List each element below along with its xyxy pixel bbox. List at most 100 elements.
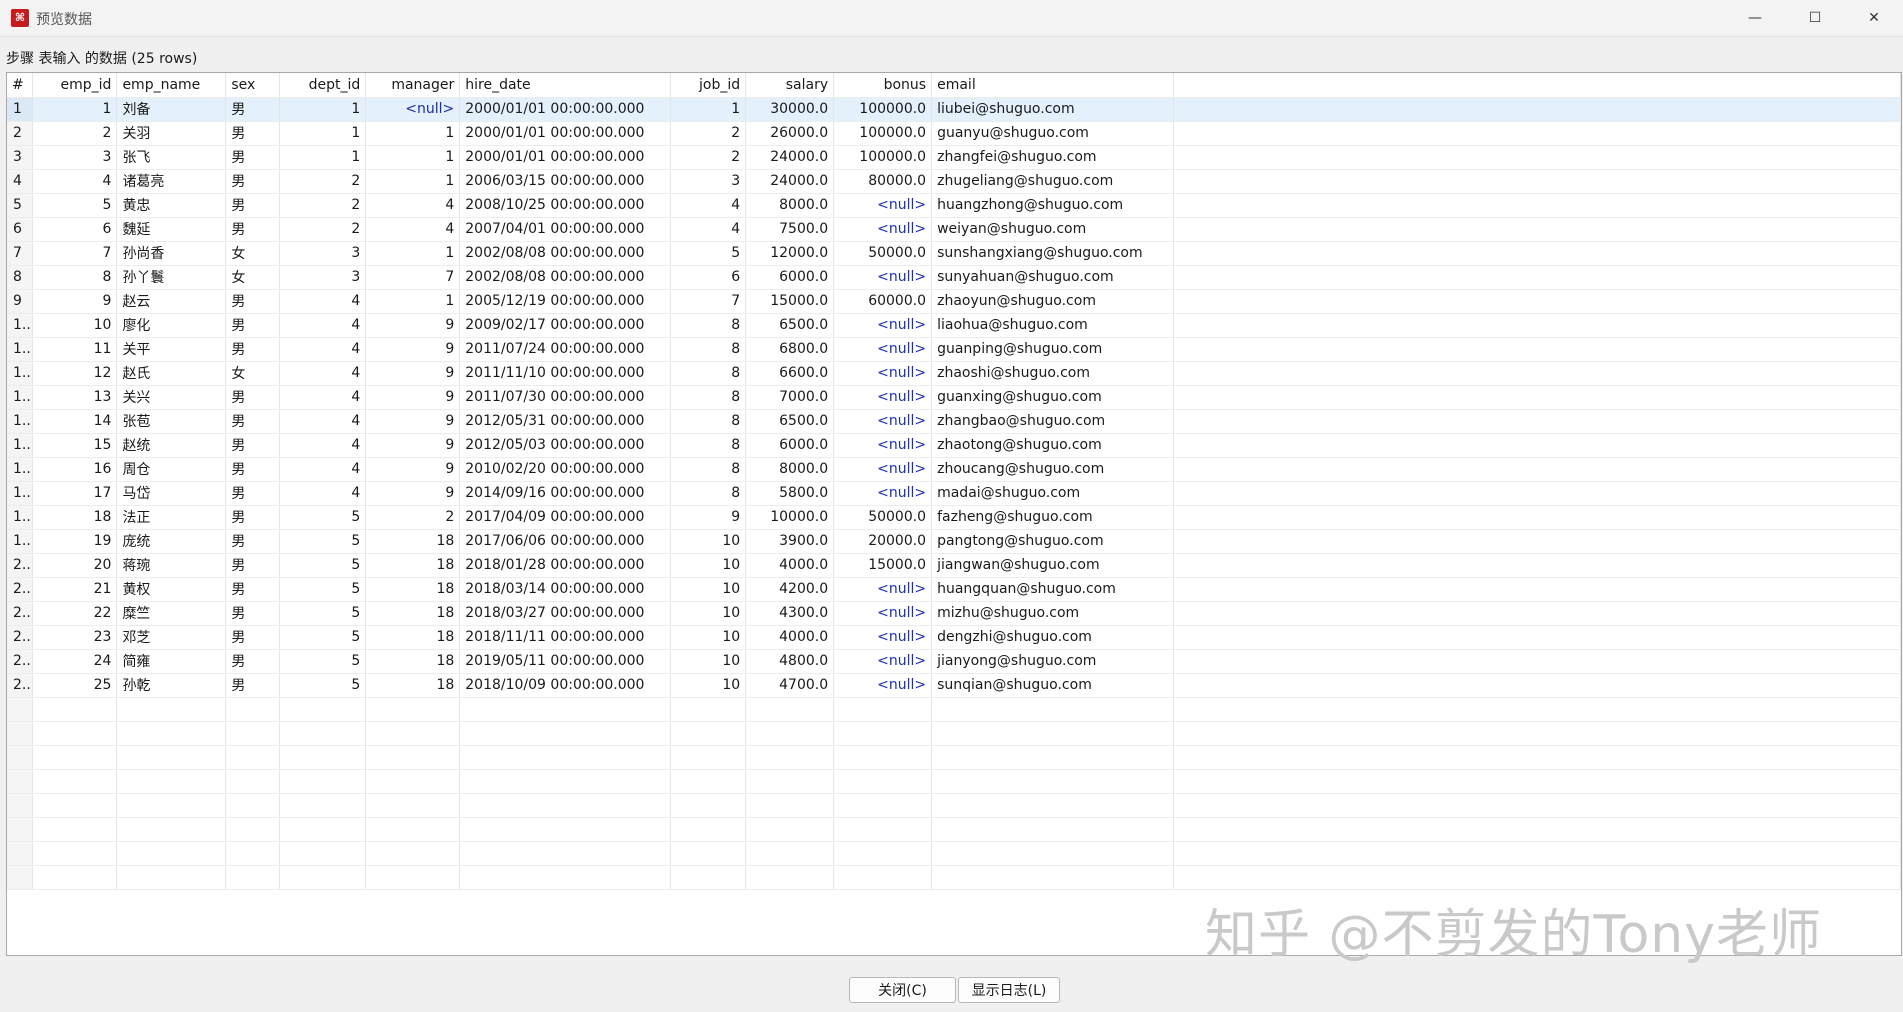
table-row[interactable]: 3 3 张飞男 1 1 2000/01/01 00:00:00.000 2 24000.0 10… (7, 145, 1901, 170)
table-cell[interactable]: 男 (225, 217, 281, 242)
table-cell[interactable]: 男 (225, 601, 281, 626)
table-row[interactable]: 1.. 17 马岱男 4 9 2014/09/16 00:00:00.000 8 5800.0… (7, 481, 1901, 506)
column-header[interactable]: sex (225, 73, 281, 98)
table-cell[interactable]: 4 (32, 169, 118, 194)
table-cell[interactable]: 男 (225, 553, 281, 578)
table-cell[interactable]: 7 (670, 289, 747, 314)
column-header[interactable]: emp_name (116, 73, 227, 98)
maximize-button[interactable]: ☐ (1786, 0, 1844, 36)
row-number-cell[interactable]: 1.. (7, 529, 34, 554)
table-cell[interactable]: 100000.0 (833, 145, 933, 170)
table-cell[interactable]: 3 (279, 241, 367, 266)
table-cell[interactable]: 18 (365, 577, 461, 602)
table-row[interactable]: 2.. 22 糜竺男 5 18 2018/03/27 00:00:00.000 10 4300… (7, 601, 1901, 626)
table-cell[interactable]: 10 (32, 313, 118, 338)
row-number-cell[interactable]: 1.. (7, 457, 34, 482)
table-cell[interactable]: 男 (225, 673, 281, 698)
table-cell[interactable]: 7500.0 (745, 217, 835, 242)
table-cell[interactable]: 2 (670, 145, 747, 170)
table-cell[interactable]: 2014/09/16 00:00:00.000 (459, 481, 672, 506)
table-cell[interactable]: 5 (670, 241, 747, 266)
table-cell[interactable]: 4 (279, 481, 367, 506)
table-cell[interactable]: 男 (225, 505, 281, 530)
table-cell[interactable]: <null> (833, 601, 933, 626)
table-cell[interactable]: 3 (32, 145, 118, 170)
table-cell[interactable]: 2018/01/28 00:00:00.000 (459, 553, 672, 578)
table-cell[interactable]: 10 (670, 601, 747, 626)
table-cell[interactable]: 男 (225, 649, 281, 674)
table-cell[interactable]: 25 (32, 673, 118, 698)
close-button[interactable]: 关闭(C) (849, 977, 956, 1003)
column-header[interactable]: emp_id (32, 73, 118, 98)
table-cell[interactable]: 9 (365, 457, 461, 482)
table-cell[interactable]: 30000.0 (745, 97, 835, 122)
row-number-cell[interactable]: 1.. (7, 481, 34, 506)
table-cell[interactable]: 7000.0 (745, 385, 835, 410)
table-cell[interactable]: <null> (833, 481, 933, 506)
table-row[interactable]: 5 5 黄忠男 2 4 2008/10/25 00:00:00.000 4 8000.0 <nu… (7, 193, 1901, 218)
table-cell[interactable]: 2018/03/14 00:00:00.000 (459, 577, 672, 602)
table-cell[interactable]: 24000.0 (745, 169, 835, 194)
table-cell[interactable]: 女 (225, 361, 281, 386)
table-cell[interactable]: 糜竺 (116, 601, 227, 626)
table-cell[interactable]: 赵氏 (116, 361, 227, 386)
table-cell[interactable]: 2000/01/01 00:00:00.000 (459, 121, 672, 146)
table-cell[interactable]: 10 (670, 529, 747, 554)
column-header[interactable]: # (7, 73, 34, 98)
table-row[interactable]: 2.. 21 黄权男 5 18 2018/03/14 00:00:00.000 10 4200… (7, 577, 1901, 602)
table-cell[interactable]: 60000.0 (833, 289, 933, 314)
table-cell[interactable]: dengzhi@shuguo.com (931, 625, 1175, 650)
table-cell[interactable]: <null> (833, 337, 933, 362)
table-cell[interactable]: 4 (279, 361, 367, 386)
table-cell[interactable]: 2 (279, 217, 367, 242)
table-cell[interactable]: 5 (279, 625, 367, 650)
table-cell[interactable]: 4 (279, 313, 367, 338)
column-header[interactable]: job_id (670, 73, 747, 98)
table-cell[interactable]: 4 (670, 193, 747, 218)
row-number-cell[interactable]: 4 (7, 169, 34, 194)
table-cell[interactable]: 4300.0 (745, 601, 835, 626)
table-cell[interactable]: 9 (32, 289, 118, 314)
table-cell[interactable]: 9 (365, 337, 461, 362)
table-cell[interactable]: 1 (670, 97, 747, 122)
table-cell[interactable]: 男 (225, 385, 281, 410)
column-header[interactable]: bonus (833, 73, 933, 98)
table-cell[interactable]: 魏延 (116, 217, 227, 242)
row-number-cell[interactable]: 1.. (7, 313, 34, 338)
table-cell[interactable]: 5 (279, 553, 367, 578)
table-cell[interactable]: 9 (365, 433, 461, 458)
table-row[interactable]: 1.. 18 法正男 5 2 2017/04/09 00:00:00.000 9 10000.… (7, 505, 1901, 530)
table-cell[interactable]: 6500.0 (745, 313, 835, 338)
table-cell[interactable]: pangtong@shuguo.com (931, 529, 1175, 554)
table-cell[interactable]: 5 (279, 649, 367, 674)
table-row[interactable]: 2.. 20 蒋琬男 5 18 2018/01/28 00:00:00.000 10 4000… (7, 553, 1901, 578)
table-cell[interactable]: 9 (365, 313, 461, 338)
table-cell[interactable]: 2000/01/01 00:00:00.000 (459, 97, 672, 122)
table-cell[interactable]: 张飞 (116, 145, 227, 170)
table-cell[interactable]: 18 (365, 649, 461, 674)
table-cell[interactable]: 6800.0 (745, 337, 835, 362)
table-cell[interactable]: 100000.0 (833, 121, 933, 146)
table-cell[interactable]: mizhu@shuguo.com (931, 601, 1175, 626)
table-cell[interactable]: 2006/03/15 00:00:00.000 (459, 169, 672, 194)
table-cell[interactable]: 6 (32, 217, 118, 242)
table-row[interactable]: 1 1 刘备男 1 <null> 2000/01/01 00:00:00.000 1 3000… (7, 97, 1901, 122)
table-cell[interactable]: 21 (32, 577, 118, 602)
table-cell[interactable]: liaohua@shuguo.com (931, 313, 1175, 338)
table-cell[interactable]: <null> (833, 217, 933, 242)
table-cell[interactable]: 庞统 (116, 529, 227, 554)
table-row[interactable]: 1.. 16 周仓男 4 9 2010/02/20 00:00:00.000 8 8000.0… (7, 457, 1901, 482)
row-number-cell[interactable]: 1.. (7, 433, 34, 458)
row-number-cell[interactable]: 2 (7, 121, 34, 146)
table-cell[interactable]: 9 (365, 481, 461, 506)
table-cell[interactable]: 4 (279, 409, 367, 434)
table-cell[interactable]: 2000/01/01 00:00:00.000 (459, 145, 672, 170)
table-cell[interactable]: 8 (670, 433, 747, 458)
table-cell[interactable]: <null> (833, 313, 933, 338)
row-number-cell[interactable]: 2.. (7, 577, 34, 602)
table-cell[interactable]: 2012/05/31 00:00:00.000 (459, 409, 672, 434)
table-cell[interactable]: 2017/04/09 00:00:00.000 (459, 505, 672, 530)
table-cell[interactable]: sunqian@shuguo.com (931, 673, 1175, 698)
column-header[interactable]: email (931, 73, 1175, 98)
table-cell[interactable]: 8 (670, 313, 747, 338)
